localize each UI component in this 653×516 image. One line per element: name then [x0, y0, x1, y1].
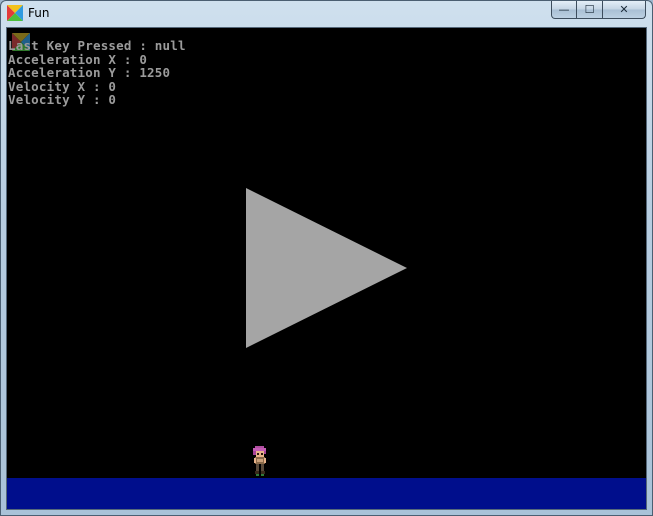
close-icon: ✕: [619, 3, 629, 16]
player-sprite: [253, 446, 266, 476]
play-triangle-icon[interactable]: [246, 188, 407, 348]
title-bar[interactable]: Fun — ☐ ✕: [1, 1, 652, 25]
hud-acceleration-x: Acceleration X : 0: [8, 51, 148, 67]
maximize-button[interactable]: ☐: [577, 1, 603, 19]
hud-acceleration-y: Acceleration Y : 1250: [8, 65, 171, 80]
minimize-button[interactable]: —: [551, 1, 577, 19]
app-logo-icon: [7, 5, 23, 21]
close-button[interactable]: ✕: [603, 1, 646, 19]
hud-last-key: Last Key Pressed : null: [8, 38, 186, 53]
minimize-icon: —: [558, 3, 570, 16]
window-controls: — ☐ ✕: [551, 1, 646, 19]
hud-velocity-y: Velocity Y : 0: [8, 92, 117, 107]
ground-platform: [7, 478, 646, 509]
game-window: Fun — ☐ ✕ Last Key Pressed : null Accele…: [0, 0, 653, 516]
maximize-icon: ☐: [584, 3, 595, 16]
window-title: Fun: [28, 6, 50, 20]
game-canvas[interactable]: Last Key Pressed : null Acceleration X :…: [6, 27, 647, 510]
hud-velocity-x: Velocity X : 0: [8, 78, 117, 94]
debug-hud: Last Key Pressed : null Acceleration X :…: [8, 39, 186, 107]
